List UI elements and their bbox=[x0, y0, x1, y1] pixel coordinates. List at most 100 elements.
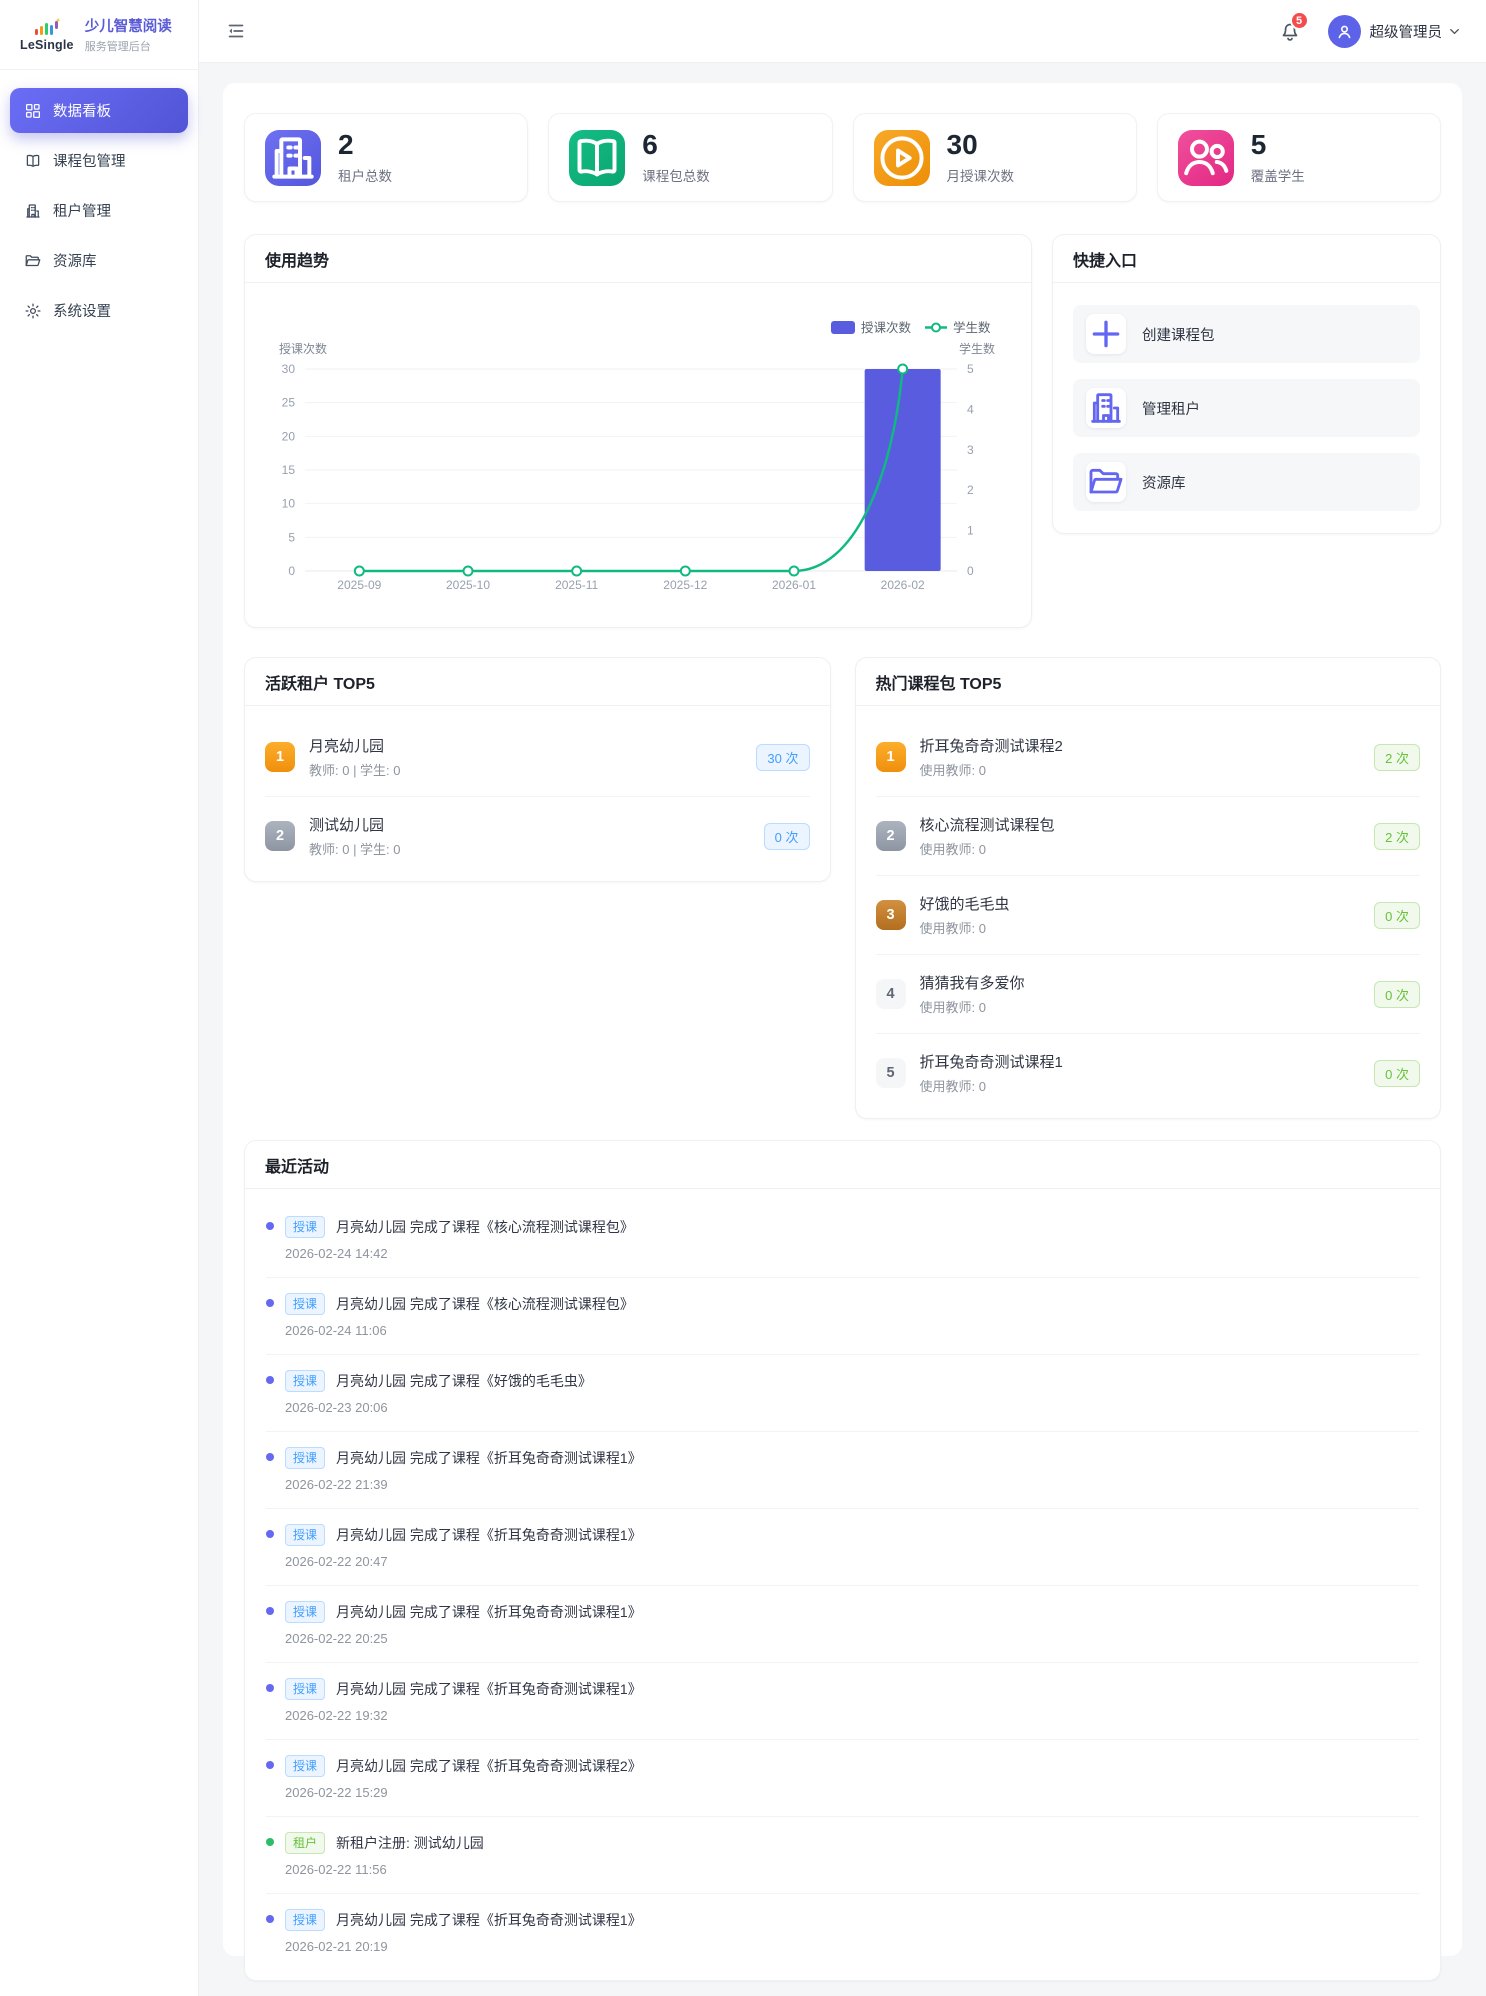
right-axis-tick: 5 bbox=[967, 362, 974, 376]
avatar[interactable] bbox=[1328, 15, 1361, 48]
activity-time: 2026-02-22 20:25 bbox=[285, 1631, 642, 1646]
sidebar-item-label: 系统设置 bbox=[53, 300, 111, 321]
list-item: 1月亮幼儿园教师: 0 | 学生: 030 次 bbox=[265, 718, 810, 797]
left-axis-tick: 0 bbox=[288, 564, 295, 578]
main-content: 2租户总数6课程包总数30月授课次数5覆盖学生 使用趋势 05101520253… bbox=[199, 63, 1486, 1996]
activity-dot-icon bbox=[266, 1761, 274, 1769]
activity-time: 2026-02-22 15:29 bbox=[285, 1785, 642, 1800]
activity-text: 月亮幼儿园 完成了课程《核心流程测试课程包》 bbox=[336, 1294, 634, 1314]
item-name: 折耳兔奇奇测试课程1 bbox=[920, 1051, 1361, 1072]
quick-entry-label: 管理租户 bbox=[1142, 398, 1200, 419]
legend-line-marker[interactable] bbox=[932, 324, 940, 332]
brand-logo-icon bbox=[32, 17, 62, 37]
usage-trend-svg: 051015202530012345授课次数学生数2025-092025-102… bbox=[257, 291, 1005, 623]
sidebar-item-dashboard[interactable]: 数据看板 bbox=[10, 88, 188, 133]
item-name: 月亮幼儿园 bbox=[309, 735, 742, 756]
count-badge: 2 次 bbox=[1374, 744, 1420, 771]
item-name: 核心流程测试课程包 bbox=[920, 814, 1361, 835]
hot-packages-panel: 热门课程包 TOP5 1折耳兔奇奇测试课程2使用教师: 02 次2核心流程测试课… bbox=[855, 657, 1442, 1119]
recent-activity-list: 授课月亮幼儿园 完成了课程《核心流程测试课程包》2026-02-24 14:42… bbox=[245, 1189, 1440, 1980]
list-item: 3好饿的毛毛虫使用教师: 00 次 bbox=[876, 876, 1421, 955]
activity-dot-icon bbox=[266, 1684, 274, 1692]
rank-badge: 2 bbox=[265, 821, 295, 851]
person-icon bbox=[1335, 22, 1354, 41]
building-icon bbox=[24, 202, 42, 220]
stat-card: 6 课程包总数 bbox=[548, 113, 832, 202]
activity-tag: 授课 bbox=[285, 1601, 325, 1623]
stat-value: 6 bbox=[642, 130, 710, 159]
list-item: 2测试幼儿园教师: 0 | 学生: 00 次 bbox=[265, 797, 810, 875]
activity-item: 授课月亮幼儿园 完成了课程《折耳兔奇奇测试课程1》2026-02-22 20:2… bbox=[266, 1586, 1419, 1663]
collapse-sidebar-icon[interactable] bbox=[225, 20, 247, 42]
activity-tag: 授课 bbox=[285, 1447, 325, 1469]
x-axis-label: 2026-02 bbox=[881, 578, 925, 592]
item-name: 测试幼儿园 bbox=[309, 814, 750, 835]
gear-icon bbox=[24, 302, 42, 320]
item-meta: 使用教师: 0 bbox=[920, 997, 1361, 1016]
activity-time: 2026-02-21 20:19 bbox=[285, 1939, 642, 1954]
active-tenants-list: 1月亮幼儿园教师: 0 | 学生: 030 次2测试幼儿园教师: 0 | 学生:… bbox=[245, 706, 830, 881]
stats-row: 2租户总数6课程包总数30月授课次数5覆盖学生 bbox=[244, 113, 1441, 202]
activity-tag: 授课 bbox=[285, 1293, 325, 1315]
quick-entry-building[interactable]: 管理租户 bbox=[1073, 379, 1420, 437]
line-marker bbox=[355, 567, 364, 576]
activity-item: 授课月亮幼儿园 完成了课程《折耳兔奇奇测试课程1》2026-02-21 20:1… bbox=[266, 1894, 1419, 1970]
legend-bar-swatch[interactable] bbox=[831, 321, 855, 334]
quick-entry-title: 快捷入口 bbox=[1073, 247, 1137, 271]
rank-badge: 1 bbox=[265, 742, 295, 772]
legend-label[interactable]: 学生数 bbox=[953, 320, 991, 335]
right-axis-tick: 3 bbox=[967, 443, 974, 457]
rank-badge: 2 bbox=[876, 821, 906, 851]
item-name: 猜猜我有多爱你 bbox=[920, 972, 1361, 993]
brand-block: LeSingle bbox=[20, 17, 74, 52]
activity-text: 月亮幼儿园 完成了课程《折耳兔奇奇测试课程1》 bbox=[336, 1679, 642, 1699]
rank-badge: 3 bbox=[876, 900, 906, 930]
activity-time: 2026-02-24 11:06 bbox=[285, 1323, 634, 1338]
user-name[interactable]: 超级管理员 bbox=[1370, 21, 1443, 42]
legend-label[interactable]: 授课次数 bbox=[861, 320, 912, 335]
sidebar-item-folder[interactable]: 资源库 bbox=[10, 238, 188, 283]
count-badge: 2 次 bbox=[1374, 823, 1420, 850]
rank-badge: 4 bbox=[876, 979, 906, 1009]
activity-dot-icon bbox=[266, 1530, 274, 1538]
activity-tag: 租户 bbox=[285, 1832, 325, 1854]
sidebar-item-label: 数据看板 bbox=[53, 100, 111, 121]
activity-time: 2026-02-23 20:06 bbox=[285, 1400, 592, 1415]
sidebar-item-book[interactable]: 课程包管理 bbox=[10, 138, 188, 183]
book-icon bbox=[569, 130, 625, 186]
count-badge: 0 次 bbox=[1374, 981, 1420, 1008]
notifications-button[interactable]: 5 bbox=[1278, 19, 1302, 43]
sidebar-item-building[interactable]: 租户管理 bbox=[10, 188, 188, 233]
left-axis-tick: 5 bbox=[288, 530, 295, 544]
line-marker bbox=[898, 365, 907, 374]
item-meta: 教师: 0 | 学生: 0 bbox=[309, 760, 742, 779]
recent-activity-title: 最近活动 bbox=[265, 1153, 329, 1177]
item-name: 折耳兔奇奇测试课程2 bbox=[920, 735, 1361, 756]
active-tenants-title: 活跃租户 TOP5 bbox=[265, 670, 375, 694]
topbar: 5 超级管理员 bbox=[199, 0, 1486, 63]
hot-packages-title: 热门课程包 TOP5 bbox=[876, 670, 1002, 694]
quick-entry-folder[interactable]: 资源库 bbox=[1073, 453, 1420, 511]
logo-area: LeSingle 少儿智慧阅读 服务管理后台 bbox=[0, 0, 198, 70]
activity-item: 授课月亮幼儿园 完成了课程《好饿的毛毛虫》2026-02-23 20:06 bbox=[266, 1355, 1419, 1432]
activity-item: 授课月亮幼儿园 完成了课程《核心流程测试课程包》2026-02-24 14:42 bbox=[266, 1201, 1419, 1278]
stat-label: 租户总数 bbox=[338, 165, 392, 185]
sidebar-item-gear[interactable]: 系统设置 bbox=[10, 288, 188, 333]
stat-card: 2租户总数 bbox=[244, 113, 528, 202]
quick-entry-plus[interactable]: 创建课程包 bbox=[1073, 305, 1420, 363]
usage-bar bbox=[865, 369, 941, 571]
stat-label: 课程包总数 bbox=[642, 165, 710, 185]
left-axis-tick: 30 bbox=[282, 362, 296, 376]
usage-trend-title: 使用趋势 bbox=[265, 247, 329, 271]
dashboard-icon bbox=[24, 102, 42, 120]
activity-item: 授课月亮幼儿园 完成了课程《折耳兔奇奇测试课程2》2026-02-22 15:2… bbox=[266, 1740, 1419, 1817]
app-title: 少儿智慧阅读 bbox=[85, 15, 172, 36]
activity-text: 月亮幼儿园 完成了课程《折耳兔奇奇测试课程2》 bbox=[336, 1756, 642, 1776]
activity-dot-icon bbox=[266, 1222, 274, 1230]
hot-packages-list: 1折耳兔奇奇测试课程2使用教师: 02 次2核心流程测试课程包使用教师: 02 … bbox=[856, 706, 1441, 1118]
item-meta: 教师: 0 | 学生: 0 bbox=[309, 839, 750, 858]
stat-card: 30月授课次数 bbox=[853, 113, 1137, 202]
sidebar-menu: 数据看板课程包管理租户管理资源库系统设置 bbox=[0, 70, 198, 333]
chevron-down-icon[interactable] bbox=[1447, 24, 1462, 39]
activity-dot-icon bbox=[266, 1453, 274, 1461]
